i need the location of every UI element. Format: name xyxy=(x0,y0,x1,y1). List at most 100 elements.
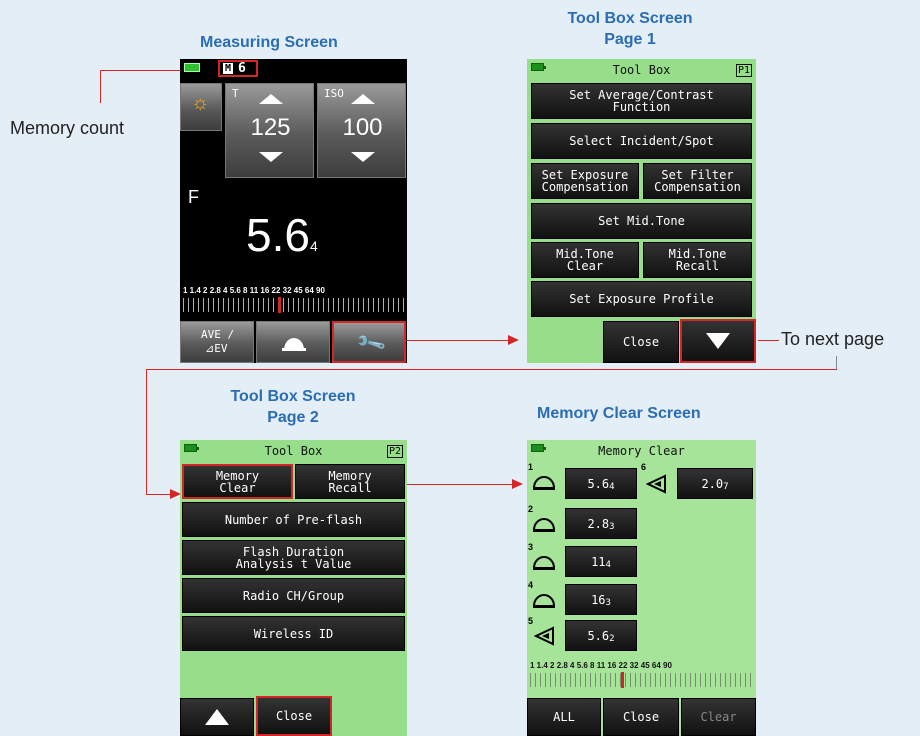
incident-dome-icon xyxy=(533,476,555,490)
aperture-scale-ticks xyxy=(530,673,751,687)
memory-recall-button[interactable]: Memory Recall xyxy=(295,464,405,499)
memory-clear-arrowhead xyxy=(512,479,523,489)
page-link-line-a xyxy=(836,356,837,369)
toolbox-page2-screen: Tool Box P2 Memory Clear Memory Recall N… xyxy=(180,440,407,736)
memory-entry-5[interactable]: 5.6 2 xyxy=(565,620,637,651)
aperture-scale-labels: 1 1.4 2 2.8 4 5.6 8 11 16 22 32 45 64 90 xyxy=(183,286,325,295)
memory-entry-6[interactable]: 2.0 7 xyxy=(677,468,753,499)
measuring-screen-title: Measuring Screen xyxy=(200,34,338,51)
set-mid-tone-button[interactable]: Set Mid.Tone xyxy=(531,203,752,239)
select-incident-spot-button[interactable]: Select Incident/Spot xyxy=(531,123,752,159)
toolbox-page1-title-line2: Page 1 xyxy=(604,31,656,48)
dome-icon xyxy=(282,338,306,351)
chevron-up-icon xyxy=(205,709,229,725)
radio-ch-group-button[interactable]: Radio CH/Group xyxy=(182,578,405,613)
clear-button[interactable]: Clear xyxy=(681,698,756,736)
spot-meter-icon xyxy=(645,474,666,494)
page-link-line-d xyxy=(146,494,171,495)
memory-entry-sub: 3 xyxy=(609,521,615,532)
memory-entry-value: 5.6 xyxy=(587,628,610,643)
battery-icon xyxy=(184,63,200,72)
memory-entry-value: 11 xyxy=(591,554,606,569)
mid-tone-recall-button[interactable]: Mid.Tone Recall xyxy=(643,242,752,278)
memory-entry-value: 5.6 xyxy=(587,476,610,491)
memory-index-5: 5 xyxy=(528,616,534,626)
memory-entry-sub: 3 xyxy=(605,597,611,608)
t-label: T xyxy=(232,87,239,100)
t-increase-icon[interactable] xyxy=(259,94,283,104)
iso-decrease-icon[interactable] xyxy=(351,152,375,162)
incident-dome-icon xyxy=(533,556,555,570)
light-mode-button[interactable]: ☼ xyxy=(180,83,222,131)
shutter-speed-panel[interactable]: T 125 xyxy=(225,83,314,178)
close-button[interactable]: Close xyxy=(256,696,332,736)
toolbox-page1-title-line1: Tool Box Screen xyxy=(567,10,693,27)
toolbox-page2-header: Tool Box xyxy=(264,444,323,458)
memory-clear-header: Memory Clear xyxy=(598,444,685,458)
memory-entry-sub: 2 xyxy=(609,633,615,644)
chevron-down-icon xyxy=(706,333,730,349)
spot-meter-icon xyxy=(533,626,554,646)
iso-panel[interactable]: ISO 100 xyxy=(317,83,406,178)
memory-count-value: 6 xyxy=(238,61,246,76)
aperture-scale-labels: 1 1.4 2 2.8 4 5.6 8 11 16 22 32 45 64 90 xyxy=(530,661,672,670)
toolbox-page2-title-line2: Page 2 xyxy=(267,409,319,426)
memory-index-4: 4 xyxy=(528,580,534,590)
memory-index-3: 3 xyxy=(528,542,534,552)
memory-entry-4[interactable]: 16 3 xyxy=(565,584,637,615)
memory-entry-2[interactable]: 2.8 3 xyxy=(565,508,637,539)
incident-dome-icon xyxy=(533,594,555,608)
toolbox-page2-title-line1: Tool Box Screen xyxy=(230,388,356,405)
memory-index-2: 2 xyxy=(528,504,534,514)
incident-mode-button[interactable] xyxy=(256,321,330,363)
memory-badge: M xyxy=(223,63,234,74)
tool-button-arrow-line xyxy=(407,340,509,341)
iso-label: ISO xyxy=(324,87,344,100)
page-indicator: P1 xyxy=(735,64,752,77)
measuring-screen: M 6 ☼ T 125 ISO 100 F 5.64 1 1.4 2 2.8 4… xyxy=(180,59,407,363)
aperture-scale-marker xyxy=(278,297,281,313)
set-filter-compensation-button[interactable]: Set Filter Compensation xyxy=(643,163,752,199)
memory-clear-button[interactable]: Memory Clear xyxy=(182,464,293,499)
set-exposure-profile-button[interactable]: Set Exposure Profile xyxy=(531,281,752,317)
average-ev-button[interactable]: AVE / ⊿EV xyxy=(180,321,254,363)
page-indicator: P2 xyxy=(386,445,403,458)
close-button[interactable]: Close xyxy=(603,321,679,363)
mid-tone-clear-button[interactable]: Mid.Tone Clear xyxy=(531,242,639,278)
toolbox-page1-title: Tool Box Screen Page 1 xyxy=(555,8,705,50)
memory-entry-3[interactable]: 11 4 xyxy=(565,546,637,577)
flash-duration-analysis-button[interactable]: Flash Duration Analysis t Value xyxy=(182,540,405,575)
clear-all-button[interactable]: ALL xyxy=(527,698,601,736)
page-link-line-b xyxy=(146,369,837,370)
number-of-pre-flash-button[interactable]: Number of Pre-flash xyxy=(182,502,405,537)
next-page-callout: To next page xyxy=(781,329,885,349)
incident-dome-icon xyxy=(533,518,555,532)
f-number-main: 5. xyxy=(246,209,285,261)
previous-page-button[interactable] xyxy=(180,698,254,736)
wireless-id-button[interactable]: Wireless ID xyxy=(182,616,405,651)
memory-entry-value: 2.0 xyxy=(701,476,724,491)
average-label: AVE / xyxy=(201,328,235,341)
memory-entry-value: 2.8 xyxy=(587,516,610,531)
memory-entry-sub: 7 xyxy=(723,481,729,492)
tool-box-button[interactable]: 🔧 xyxy=(332,321,406,363)
close-button[interactable]: Close xyxy=(603,698,679,736)
memory-index-6: 6 xyxy=(641,462,647,472)
aperture-scale-ticks xyxy=(183,298,404,312)
tool-button-arrowhead xyxy=(508,335,519,345)
f-number-digit: 6 xyxy=(284,209,310,261)
memory-entry-1[interactable]: 5.6 4 xyxy=(565,468,637,499)
aperture-scale-marker xyxy=(621,672,624,688)
next-page-leader xyxy=(758,340,779,341)
toolbox-page1-screen: Tool Box P1 Set Average/Contrast Functio… xyxy=(527,59,756,363)
memory-entry-value: 16 xyxy=(591,592,606,607)
set-exposure-compensation-button[interactable]: Set Exposure Compensation xyxy=(531,163,639,199)
next-page-button[interactable] xyxy=(680,319,756,363)
toolbox-page1-header: Tool Box xyxy=(612,63,671,77)
iso-increase-icon[interactable] xyxy=(351,94,375,104)
memory-entry-sub: 4 xyxy=(609,481,615,492)
t-decrease-icon[interactable] xyxy=(259,152,283,162)
memory-count-callout: Memory count xyxy=(10,118,125,138)
sun-icon: ☼ xyxy=(191,92,210,114)
set-average-contrast-button[interactable]: Set Average/Contrast Function xyxy=(531,83,752,119)
